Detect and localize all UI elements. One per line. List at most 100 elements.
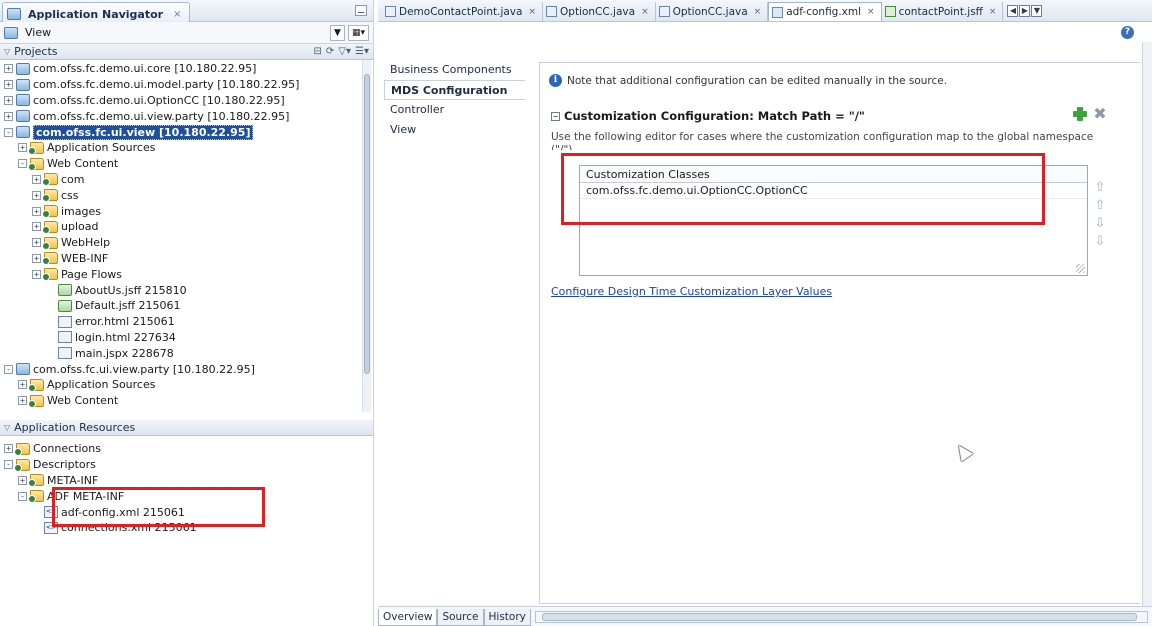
- view-dropdown[interactable]: View: [4, 26, 51, 39]
- tree-item[interactable]: + com.ofss.fc.demo.ui.view.party [10.180.…: [4, 108, 373, 124]
- tree-item[interactable]: + com.ofss.fc.demo.ui.model.party [10.180…: [4, 77, 373, 93]
- bottom-tab[interactable]: Source: [437, 609, 484, 626]
- editor-horizontal-scrollbar[interactable]: [534, 611, 1148, 623]
- expand-icon[interactable]: +: [32, 253, 41, 263]
- expand-icon[interactable]: +: [32, 269, 41, 279]
- tree-item[interactable]: + com: [4, 172, 373, 188]
- tab-scroll-right-icon[interactable]: ▶: [1019, 4, 1031, 17]
- side-nav-item[interactable]: MDS Configuration: [384, 80, 525, 100]
- expand-icon[interactable]: +: [32, 206, 41, 216]
- delete-icon[interactable]: ✖: [1092, 106, 1108, 122]
- tree-item[interactable]: + Page Flows: [4, 266, 373, 282]
- side-nav-item[interactable]: View: [384, 120, 524, 140]
- expand-icon[interactable]: +: [4, 80, 13, 90]
- tab-scroll-left-icon[interactable]: ◀: [1007, 4, 1019, 17]
- expand-icon[interactable]: +: [32, 238, 41, 248]
- tree-item[interactable]: login.html 227634: [4, 330, 373, 346]
- expand-icon[interactable]: +: [4, 95, 13, 105]
- tree-item[interactable]: - Web Content: [4, 156, 373, 172]
- close-icon[interactable]: ×: [173, 9, 181, 20]
- close-tab-icon[interactable]: ×: [867, 7, 875, 17]
- collapse-all-icon[interactable]: ⊟: [314, 46, 322, 57]
- collapse-icon[interactable]: -: [4, 364, 13, 374]
- jsff-file-icon: [884, 6, 896, 17]
- tree-item-label: Default.jsff 215061: [75, 299, 181, 313]
- tab-list-icon[interactable]: ▼: [1031, 4, 1043, 17]
- tree-item[interactable]: - Descriptors: [4, 457, 373, 473]
- tree-item[interactable]: + WebHelp: [4, 235, 373, 251]
- tree-item[interactable]: + Connections: [4, 441, 373, 457]
- folder-icon: [42, 252, 58, 266]
- move-up-icon[interactable]: ⇧: [1093, 198, 1107, 213]
- horizontal-scroll-thumb[interactable]: [541, 613, 1137, 621]
- tree-item[interactable]: + com.ofss.fc.demo.ui.OptionCC [10.180.22…: [4, 93, 373, 109]
- editor-tab[interactable]: OptionCC.java ×: [543, 2, 656, 21]
- expand-icon[interactable]: +: [32, 174, 41, 184]
- tree-item[interactable]: AboutUs.jsff 215810: [4, 282, 373, 298]
- tab-application-navigator[interactable]: Application Navigator ×: [2, 2, 190, 22]
- expand-icon[interactable]: +: [18, 380, 27, 390]
- refresh-icon[interactable]: ⟳: [326, 46, 334, 57]
- editor-tab[interactable]: adf-config.xml ×: [768, 2, 882, 21]
- collapse-icon[interactable]: -: [18, 491, 27, 501]
- tree-item[interactable]: + com.ofss.fc.demo.ui.core [10.180.22.95]: [4, 61, 373, 77]
- tree-item[interactable]: + upload: [4, 219, 373, 235]
- sort-icon[interactable]: ☰▾: [355, 46, 369, 57]
- close-tab-icon[interactable]: ×: [641, 7, 649, 17]
- close-tab-icon[interactable]: ×: [528, 7, 536, 17]
- tree-item[interactable]: + Web Content: [4, 393, 373, 409]
- close-tab-icon[interactable]: ×: [754, 7, 762, 17]
- projects-scrollbar[interactable]: [362, 60, 371, 412]
- tree-item-label: com.ofss.fc.demo.ui.core [10.180.22.95]: [33, 62, 257, 76]
- application-resources-header[interactable]: ▽ Application Resources: [0, 420, 373, 436]
- expand-icon[interactable]: +: [4, 111, 13, 121]
- collapse-icon[interactable]: -: [4, 127, 13, 137]
- close-tab-icon[interactable]: ×: [989, 7, 997, 17]
- configure-layer-values-link[interactable]: Configure Design Time Customization Laye…: [551, 285, 832, 298]
- tree-item[interactable]: main.jspx 228678: [4, 345, 373, 361]
- view-menu-chevron-icon[interactable]: ▼: [330, 24, 345, 41]
- editor-area: DemoContactPoint.java × OptionCC.java × Opti…: [378, 0, 1152, 626]
- collapse-triangle-icon[interactable]: ▽: [4, 423, 10, 432]
- expand-icon[interactable]: +: [4, 444, 13, 454]
- side-nav-item[interactable]: Controller: [384, 100, 524, 120]
- expand-icon[interactable]: +: [18, 475, 27, 485]
- bottom-tab[interactable]: History: [483, 609, 531, 626]
- tree-item[interactable]: + images: [4, 203, 373, 219]
- add-icon[interactable]: [1072, 106, 1088, 122]
- expand-icon[interactable]: +: [18, 396, 27, 406]
- expand-icon[interactable]: +: [32, 190, 41, 200]
- help-icon[interactable]: ?: [1121, 25, 1134, 39]
- tree-item[interactable]: - com.ofss.fc.ui.view [10.180.22.95]: [4, 124, 373, 140]
- application-menu-button[interactable]: ▦▾: [347, 24, 369, 41]
- tree-item[interactable]: error.html 215061: [4, 314, 373, 330]
- expand-icon[interactable]: +: [32, 222, 41, 232]
- tree-item[interactable]: Default.jsff 215061: [4, 298, 373, 314]
- collapse-icon[interactable]: -: [18, 159, 27, 169]
- editor-tab[interactable]: contactPoint.jsff ×: [882, 2, 1004, 21]
- move-down-icon[interactable]: ⇩: [1093, 216, 1107, 231]
- projects-header[interactable]: ▽ Projects ⊟ ⟳ ▽▾ ☰▾: [0, 44, 373, 60]
- projects-scroll-thumb[interactable]: [364, 74, 370, 374]
- editor-vertical-scrollbar[interactable]: [1142, 42, 1152, 606]
- resize-grip[interactable]: [1076, 264, 1085, 273]
- tree-item[interactable]: + Application Sources: [4, 377, 373, 393]
- filter-icon[interactable]: ▽▾: [338, 46, 351, 57]
- move-top-icon[interactable]: ⇧: [1093, 180, 1107, 195]
- side-nav-item[interactable]: Business Components: [384, 60, 524, 80]
- collapse-triangle-icon[interactable]: ▽: [4, 47, 10, 56]
- bottom-tab[interactable]: Overview: [378, 609, 438, 626]
- expand-icon[interactable]: +: [4, 64, 13, 74]
- tree-item[interactable]: + css: [4, 187, 373, 203]
- tree-item[interactable]: + WEB-INF: [4, 251, 373, 267]
- editor-tab[interactable]: OptionCC.java ×: [656, 2, 769, 21]
- minimize-button[interactable]: [355, 5, 367, 16]
- tree-item[interactable]: + Application Sources: [4, 140, 373, 156]
- move-bottom-icon[interactable]: ⇩: [1093, 234, 1107, 249]
- editor-tab[interactable]: DemoContactPoint.java ×: [382, 2, 544, 21]
- collapse-icon[interactable]: -: [4, 460, 13, 470]
- collapse-section-icon[interactable]: −: [551, 111, 560, 121]
- tree-item-label: AboutUs.jsff 215810: [75, 283, 187, 297]
- expand-icon[interactable]: +: [18, 143, 27, 153]
- tree-item[interactable]: - com.ofss.fc.ui.view.party [10.180.22.95…: [4, 361, 373, 377]
